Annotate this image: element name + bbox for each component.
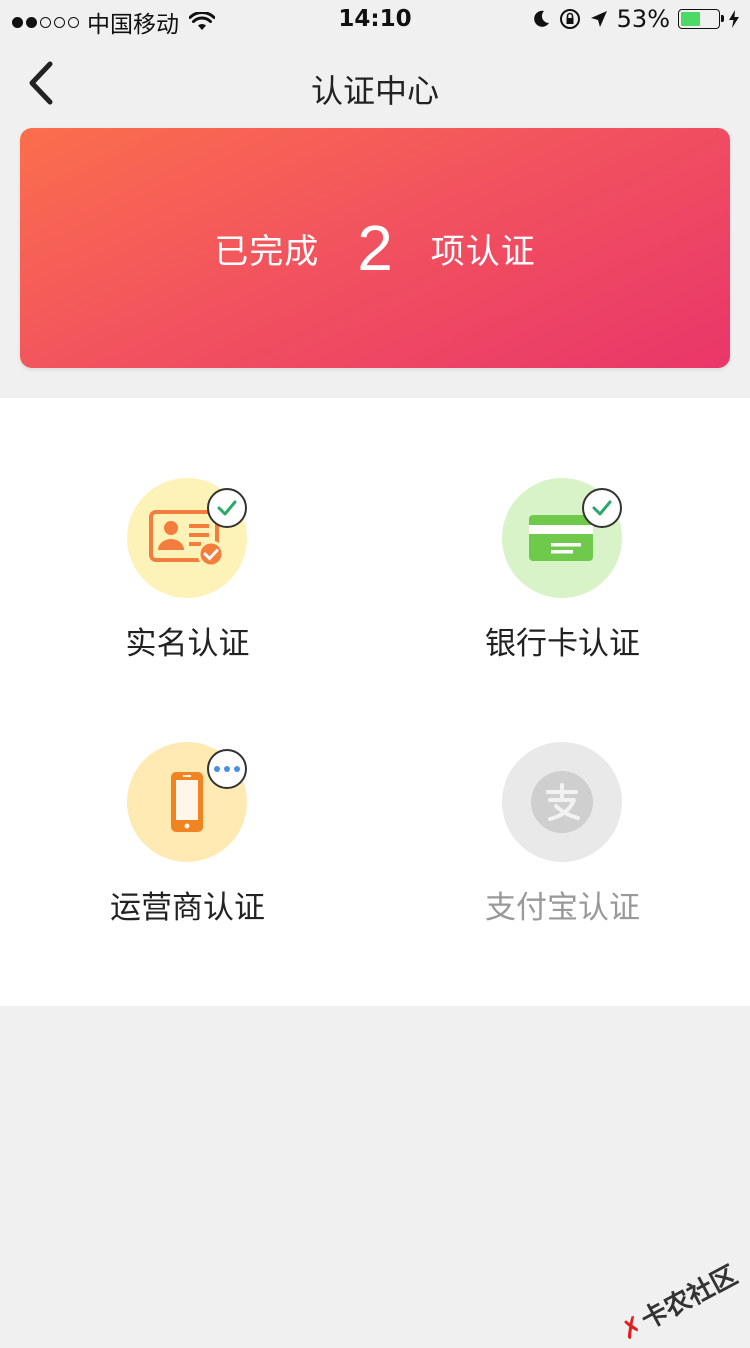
moon-icon <box>533 10 549 27</box>
status-right: 53% <box>531 5 740 33</box>
page-title: 认证中心 <box>310 72 439 110</box>
in-progress-dots-icon <box>207 749 247 789</box>
watermark-text: 卡农社区 <box>636 1260 743 1336</box>
verification-grid: 实名认证 银行卡认证 运营商认证 支付宝认证 <box>0 398 750 1006</box>
carrier-verification-item[interactable]: 运营商认证 <box>0 742 375 1006</box>
battery-percent: 53% <box>616 5 670 33</box>
completion-banner: 已完成 2 项认证 <box>20 128 730 368</box>
completed-check-icon <box>207 488 247 528</box>
item-label: 运营商认证 <box>110 890 265 926</box>
alipay-verification-item[interactable]: 支付宝认证 <box>375 742 750 1006</box>
item-label: 银行卡认证 <box>485 626 640 662</box>
completed-check-icon <box>582 488 622 528</box>
rotation-lock-icon <box>559 9 580 29</box>
bank-card-verification-item[interactable]: 银行卡认证 <box>375 478 750 742</box>
item-label: 支付宝认证 <box>485 890 640 926</box>
alipay-icon <box>502 742 622 862</box>
battery-icon <box>678 9 724 29</box>
status-bar: 中国移动 14:10 53% <box>0 0 750 40</box>
charging-icon <box>729 10 739 28</box>
item-label: 实名认证 <box>125 626 250 662</box>
location-arrow-icon <box>590 11 607 27</box>
banner-suffix: 项认证 <box>430 231 536 272</box>
completed-count: 2 <box>357 212 393 284</box>
real-name-verification-item[interactable]: 实名认证 <box>0 478 375 742</box>
banner-prefix: 已完成 <box>214 231 320 272</box>
nav-bar: 认证中心 <box>0 40 750 128</box>
